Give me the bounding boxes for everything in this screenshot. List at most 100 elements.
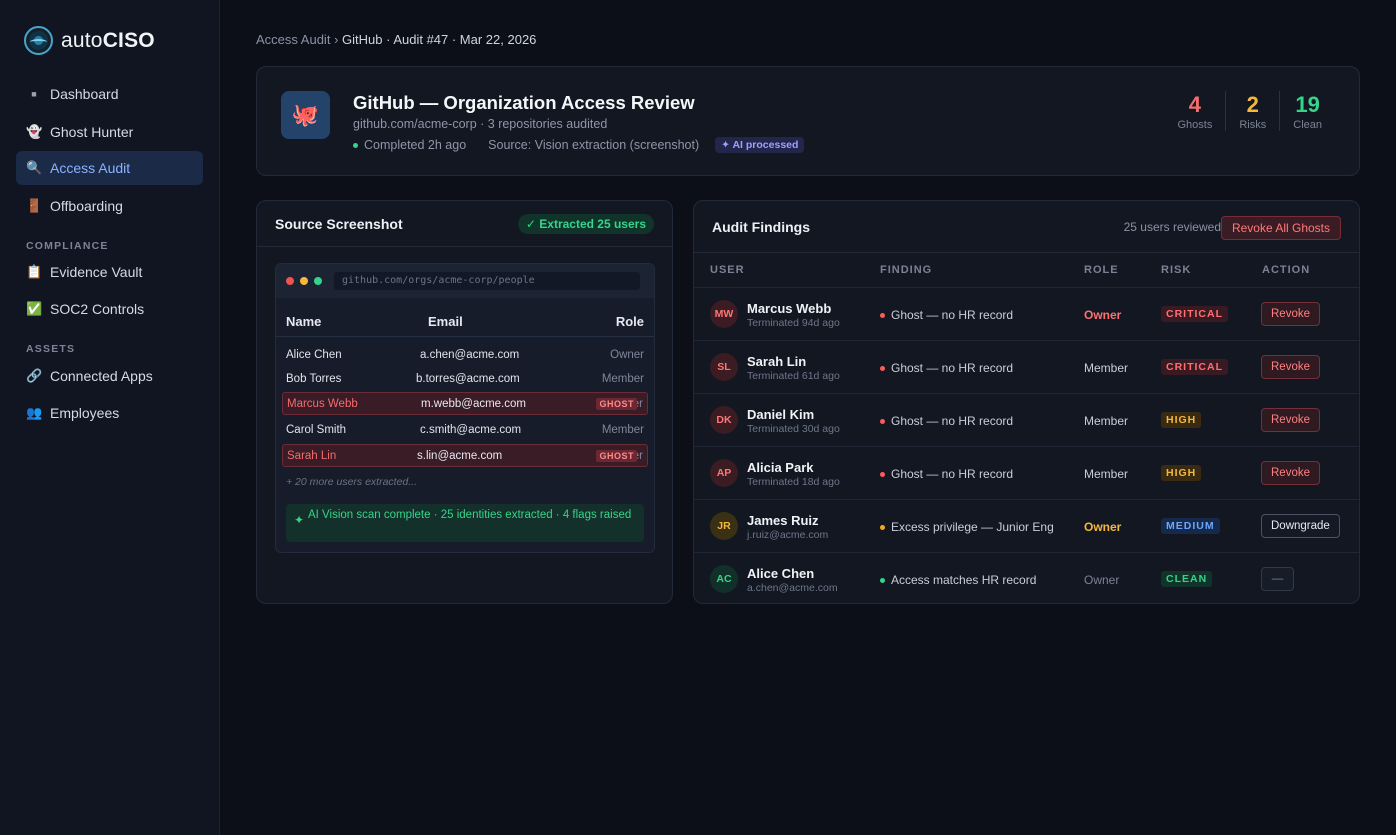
user-role: Owner [1084,308,1122,322]
source-email: a.chen@acme.com [420,349,520,361]
user-name: Daniel Kim [747,407,815,422]
stat-label: Ghosts [1177,119,1213,131]
finding: Ghost — no HR record [880,308,1013,322]
source-name: Alice Chen [286,349,342,361]
risk-badge: MEDIUM [1161,518,1220,534]
column-header-role: ROLE [1084,264,1119,276]
screenshot-preview[interactable]: github.com/orgs/acme-corp/people Name Em… [275,263,655,553]
nav-item-employees[interactable]: 👥 Employees [16,396,203,430]
nav-item-dashboard[interactable]: ■ Dashboard [16,77,203,111]
nav-item-soc2-controls[interactable]: ✅ SOC2 Controls [16,292,203,326]
magnifier-icon: 🔍 [26,160,43,175]
downgrade-button[interactable]: Downgrade [1261,514,1340,538]
finding-text: Ghost — no HR record [891,361,1014,375]
revoke-button[interactable]: Revoke [1261,408,1320,432]
findings-row: MW Marcus Webb Terminated 94d ago Ghost — n… [694,287,1359,340]
nav-item-access-audit[interactable]: 🔍 Access Audit [16,151,203,185]
user-subtext: Terminated 94d ago [747,317,840,329]
finding-dot-icon [880,471,885,477]
finding-text: Excess privilege — Junior Eng [891,520,1054,534]
source-email: s.lin@acme.com [417,450,503,462]
source-name: Carol Smith [286,424,347,436]
no-action-button[interactable]: — [1261,567,1294,591]
nav-section-compliance: COMPLIANCE [26,240,109,252]
source-name: Bob Torres [286,373,342,385]
page-title: GitHub — Organization Access Review [353,92,695,113]
finding-dot-icon [880,418,885,424]
nav-item-offboarding[interactable]: 🚪 Offboarding [16,189,203,223]
audit-subtitle: github.com/acme-corp · 3 repositories au… [353,117,608,131]
nav-label: Evidence Vault [50,264,143,280]
finding: Ghost — no HR record [880,361,1013,375]
audit-meta: Completed 2h ago Source: Vision extracti… [353,137,805,153]
source-table-row: Bob Torres b.torres@acme.com Member [282,368,648,391]
findings-row: JR James Ruiz j.ruiz@acme.com Excess privil… [694,499,1359,552]
source-email: b.torres@acme.com [416,373,520,385]
link-icon: 🔗 [26,368,43,383]
breadcrumb: Access Audit › GitHub · Audit #47 · Mar … [256,32,536,47]
finding: Ghost — no HR record [880,467,1013,481]
user-subtext: Terminated 18d ago [747,476,840,488]
source-screenshot-card: Source Screenshot ✓ Extracted 25 users g… [256,200,673,604]
finding-dot-icon [880,577,885,583]
finding-dot-icon [880,312,885,318]
finding-text: Access matches HR record [891,573,1037,587]
divider [276,336,654,337]
sidebar: autoCISO ■ Dashboard 👻 Ghost Hunter 🔍 Ac… [0,0,220,835]
breadcrumb-root[interactable]: Access Audit [256,32,330,47]
risk-badge: HIGH [1161,465,1202,481]
avatar: AP [710,459,738,487]
avatar: MW [710,300,738,328]
ai-scan-text: AI Vision scan complete · 25 identities … [308,509,632,521]
source-email: m.webb@acme.com [421,398,526,410]
risk-badge: CRITICAL [1161,359,1228,375]
brand-logo[interactable]: autoCISO [24,26,155,55]
ghost-tag: GHOST [596,398,637,410]
revoke-all-ghosts-button[interactable]: Revoke All Ghosts [1220,216,1341,240]
avatar: DK [710,406,738,434]
user-role: Member [1084,361,1129,375]
risk-badge: CLEAN [1161,571,1213,587]
more-users-note: + 20 more users extracted... [286,476,418,488]
ai-processed-badge: ✦ AI processed [715,137,805,153]
stat-label: Risks [1239,119,1267,131]
clipboard-icon: 📋 [26,264,43,279]
stat-value: 2 [1246,92,1259,117]
stat-value: 4 [1188,92,1202,117]
nav-item-evidence-vault[interactable]: 📋 Evidence Vault [16,255,203,289]
finding: Access matches HR record [880,573,1036,587]
breadcrumb-current: GitHub · Audit #47 · Mar 22, 2026 [342,32,537,47]
window-maximize-dot [314,277,322,285]
revoke-button[interactable]: Revoke [1261,461,1320,485]
user-name: Marcus Webb [747,301,832,316]
risk-badge: CRITICAL [1161,306,1228,322]
source-name: Marcus Webb [287,398,358,410]
checkmark-icon: ✅ [26,301,43,316]
people-icon: 👥 [26,405,43,420]
source-table-row: Carol Smith c.smith@acme.com Member [282,419,648,442]
findings-row: SL Sarah Lin Terminated 61d ago Ghost — no … [694,340,1359,393]
nav-label: Access Audit [50,160,131,176]
finding-text: Ghost — no HR record [891,308,1014,322]
ghost-tag: GHOST [596,450,637,462]
window-close-dot [286,277,294,285]
revoke-button[interactable]: Revoke [1261,355,1320,379]
card-title: Audit Findings [712,219,810,235]
source-role: Member [601,373,644,385]
eye-logo-icon [24,26,53,55]
column-header-email: Email [428,314,463,329]
stat-2: 19 Clean [1279,91,1335,131]
source-role: Owner [610,349,644,361]
column-header-user: USER [710,264,745,276]
revoke-button[interactable]: Revoke [1261,302,1320,326]
finding-dot-icon [880,365,885,371]
finding-text: Ghost — no HR record [891,467,1014,481]
user-name: Alicia Park [747,460,814,475]
avatar: AC [710,565,738,593]
source-table-row: Alice Chen a.chen@acme.com Owner [282,344,648,367]
nav-label: Ghost Hunter [50,124,134,140]
nav-item-ghost-hunter[interactable]: 👻 Ghost Hunter [16,115,203,149]
nav-item-connected-apps[interactable]: 🔗 Connected Apps [16,359,203,393]
source-role: Member [601,424,644,436]
user-role: Owner [1084,520,1122,534]
